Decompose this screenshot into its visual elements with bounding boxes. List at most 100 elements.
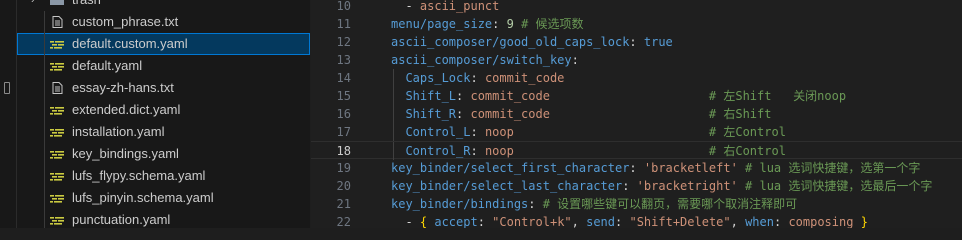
- code-token: send: [586, 215, 616, 228]
- code-token: commit_code: [484, 71, 565, 85]
- code-token: commit_code: [470, 107, 550, 121]
- line-number: 11: [336, 17, 351, 31]
- code-line[interactable]: 12 ascii_composer/good_old_caps_lock: tru…: [311, 33, 962, 51]
- file-row[interactable]: default.custom.yaml: [17, 33, 310, 55]
- file-row[interactable]: extended.dict.yaml: [17, 99, 310, 121]
- line-text: Shift_L: commit_code # 左Shift 关闭noop: [391, 87, 846, 105]
- code-token: noop: [484, 125, 514, 139]
- code-token: ascii_composer/good_old_caps_lock: [391, 35, 630, 49]
- file-label: default.custom.yaml: [72, 36, 188, 51]
- code-token: :: [470, 71, 485, 85]
- text-file-icon: [52, 16, 63, 28]
- code-token: Shift_R: [405, 107, 457, 121]
- code-editor[interactable]: 10 - ascii_punct 11 menu/page_size: 9 # 候选…: [311, 0, 962, 228]
- code-line[interactable]: 20 key_binder/select_last_character: 'bra…: [311, 177, 962, 195]
- code-token: # lua 选词快捷键，选最后一个字: [737, 179, 933, 193]
- code-token: # 候选项数: [513, 17, 584, 31]
- code-line[interactable]: 13 ascii_composer/switch_key:: [311, 51, 962, 69]
- line-number: 21: [336, 197, 351, 211]
- code-token: # 左Shift 关闭noop: [549, 89, 847, 103]
- line-text: Caps_Lock: commit_code: [391, 69, 564, 87]
- line-number: 18: [336, 144, 351, 158]
- indent-guide: [44, 11, 45, 33]
- code-token: commit_code: [470, 89, 550, 103]
- code-token: :: [622, 179, 637, 193]
- indent-guide: [44, 209, 45, 228]
- yaml-file-icon: [50, 63, 64, 71]
- yaml-file-icon: [50, 41, 64, 49]
- code-token: # lua 选词快捷键，选第一个字: [737, 161, 921, 175]
- code-token: :: [470, 125, 485, 139]
- file-label: installation.yaml: [72, 124, 165, 139]
- indent-guide: [44, 143, 45, 165]
- code-token: key_binder/bindings: [391, 197, 529, 211]
- file-row[interactable]: custom_phrase.txt: [17, 11, 310, 33]
- line-text: - ascii_punct: [391, 0, 499, 15]
- indent-guide: [44, 121, 45, 143]
- code-line[interactable]: 18 Control_R: noop # 右Control: [311, 141, 962, 160]
- code-line[interactable]: 21 key_binder/bindings: # 设置哪些键可以翻页，需要哪个取…: [311, 195, 962, 213]
- file-row[interactable]: lufs_pinyin.schema.yaml: [17, 187, 310, 209]
- code-line[interactable]: 22 - { accept: "Control+k", send: "Shift…: [311, 213, 962, 228]
- code-line[interactable]: 11 menu/page_size: 9 # 候选项数: [311, 15, 962, 33]
- file-row[interactable]: default.yaml: [17, 55, 310, 77]
- code-token: "Control+k": [492, 215, 572, 228]
- indent-guide: [44, 55, 45, 77]
- code-token: :: [615, 215, 630, 228]
- code-token: # 右Shift: [549, 107, 772, 121]
- code-token: :: [456, 107, 471, 121]
- code-line[interactable]: 17 Control_L: noop # 左Control: [311, 123, 962, 141]
- code-lines: 10 - ascii_punct 11 menu/page_size: 9 # 候选…: [311, 0, 962, 228]
- file-label: punctuation.yaml: [72, 212, 171, 227]
- code-token: {: [419, 215, 435, 228]
- yaml-file-icon: [50, 107, 64, 115]
- panel-icon[interactable]: [4, 82, 10, 94]
- file-label: essay-zh-hans.txt: [72, 80, 174, 95]
- yaml-file-icon: [50, 129, 64, 137]
- file-row[interactable]: punctuation.yaml: [17, 209, 310, 228]
- line-text: Shift_R: commit_code # 右Shift: [391, 105, 771, 123]
- code-line[interactable]: 10 - ascii_punct: [311, 0, 962, 15]
- code-line[interactable]: 14 Caps_Lock: commit_code: [311, 69, 962, 87]
- indent-guide: [44, 165, 45, 187]
- line-text: key_binder/select_first_character: 'brac…: [391, 159, 920, 177]
- code-token: :: [528, 197, 543, 211]
- file-row[interactable]: key_bindings.yaml: [17, 143, 310, 165]
- line-number: 14: [336, 71, 351, 85]
- line-number: 16: [336, 107, 351, 121]
- yaml-file-icon: [50, 217, 64, 225]
- yaml-file-icon: [50, 195, 64, 203]
- code-token: "Shift+Delete": [629, 215, 731, 228]
- line-text: ascii_composer/good_old_caps_lock: true: [391, 33, 673, 51]
- code-token: when: [745, 215, 774, 228]
- file-row[interactable]: essay-zh-hans.txt: [17, 77, 310, 99]
- line-text: ascii_composer/switch_key:: [391, 51, 579, 69]
- folder-label: trash: [72, 0, 101, 11]
- code-line[interactable]: 19 key_binder/select_first_character: 'br…: [311, 159, 962, 177]
- line-number: 17: [336, 125, 351, 139]
- code-line[interactable]: 16 Shift_R: commit_code # 右Shift: [311, 105, 962, 123]
- code-token: key_binder/select_first_character: [391, 161, 630, 175]
- activity-bar: [0, 0, 17, 228]
- line-text: menu/page_size: 9 # 候选项数: [391, 15, 584, 33]
- line-text: - { accept: "Control+k", send: "Shift+De…: [391, 213, 867, 228]
- file-tree: › trash custom_phrase.txt default.custom.…: [17, 0, 310, 228]
- code-token: :: [492, 17, 507, 31]
- code-token: -: [405, 0, 420, 13]
- line-number: 19: [336, 161, 351, 175]
- line-text: key_binder/select_last_character: 'brack…: [391, 177, 932, 195]
- code-token: # 左Control: [513, 125, 786, 139]
- code-token: composing: [788, 215, 854, 228]
- file-row[interactable]: lufs_flypy.schema.yaml: [17, 165, 310, 187]
- line-number: 22: [336, 215, 351, 228]
- file-label: default.yaml: [72, 58, 143, 73]
- file-row[interactable]: installation.yaml: [17, 121, 310, 143]
- folder-row-trash[interactable]: › trash: [17, 0, 310, 11]
- code-token: # 设置哪些键可以翻页，需要哪个取消注释即可: [542, 197, 798, 211]
- code-line[interactable]: 15 Shift_L: commit_code # 左Shift 关闭noop: [311, 87, 962, 105]
